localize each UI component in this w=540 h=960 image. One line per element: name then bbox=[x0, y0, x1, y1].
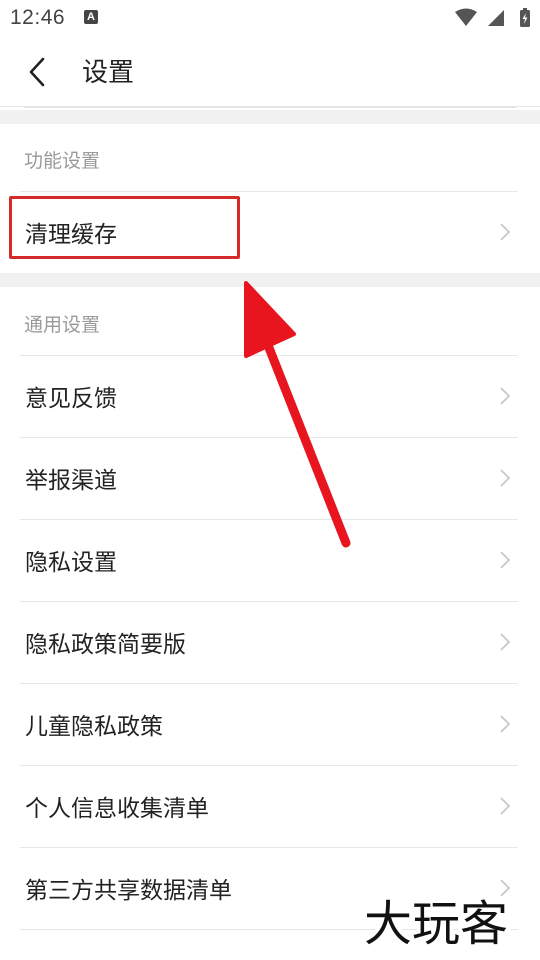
section-gap bbox=[0, 273, 540, 287]
row-label: 清理缓存 bbox=[25, 222, 117, 248]
section-gap bbox=[0, 110, 540, 124]
settings-row-clear-cache[interactable]: 清理缓存 bbox=[0, 191, 540, 273]
back-button[interactable] bbox=[18, 52, 58, 92]
chevron-right-icon bbox=[500, 469, 511, 487]
settings-row-children-privacy[interactable]: 儿童隐私政策 bbox=[0, 683, 540, 765]
chevron-right-icon bbox=[500, 715, 511, 733]
status-icons bbox=[455, 8, 530, 27]
chevron-right-icon bbox=[500, 633, 511, 651]
settings-row-personal-info-list[interactable]: 个人信息收集清单 bbox=[0, 765, 540, 847]
settings-row-third-party-sharing[interactable]: 第三方共享数据清单 bbox=[0, 847, 540, 929]
chevron-right-icon bbox=[500, 797, 511, 815]
row-label: 个人信息收集清单 bbox=[25, 796, 209, 822]
row-divider bbox=[20, 191, 518, 192]
chevron-right-icon bbox=[500, 387, 511, 405]
chevron-right-icon bbox=[500, 551, 511, 569]
settings-row-feedback[interactable]: 意见反馈 bbox=[0, 355, 540, 437]
row-divider bbox=[20, 355, 518, 356]
back-arrow-icon bbox=[29, 57, 45, 87]
row-divider bbox=[20, 847, 518, 848]
chevron-right-icon bbox=[500, 879, 511, 897]
section-title-functions: 功能设置 bbox=[24, 150, 101, 172]
header-divider bbox=[24, 106, 516, 108]
row-label: 意见反馈 bbox=[25, 386, 117, 412]
chevron-right-icon bbox=[500, 223, 511, 241]
settings-row-report-channel[interactable]: 举报渠道 bbox=[0, 437, 540, 519]
row-label: 隐私设置 bbox=[25, 550, 117, 576]
notification-icon: A bbox=[84, 10, 98, 24]
row-divider bbox=[20, 519, 518, 520]
row-label: 举报渠道 bbox=[25, 468, 117, 494]
settings-screen: 12:46 A 设置 功能设置 清理缓存 通用设置 意见反馈 举报渠道 隐私设置… bbox=[0, 0, 540, 960]
signal-icon bbox=[488, 10, 504, 26]
status-bar: 12:46 A bbox=[0, 0, 540, 36]
settings-row-privacy-settings[interactable]: 隐私设置 bbox=[0, 519, 540, 601]
row-divider bbox=[20, 765, 518, 766]
row-divider bbox=[20, 601, 518, 602]
row-label: 儿童隐私政策 bbox=[25, 714, 163, 740]
wifi-icon bbox=[455, 8, 477, 26]
page-title: 设置 bbox=[82, 58, 135, 88]
settings-row-privacy-policy-brief[interactable]: 隐私政策简要版 bbox=[0, 601, 540, 683]
section-title-general: 通用设置 bbox=[24, 314, 101, 336]
row-label: 隐私政策简要版 bbox=[25, 632, 186, 658]
status-time: 12:46 bbox=[10, 6, 66, 29]
battery-icon bbox=[520, 8, 530, 27]
app-header: 设置 bbox=[0, 36, 540, 107]
row-divider bbox=[20, 683, 518, 684]
row-divider bbox=[20, 929, 518, 930]
row-divider bbox=[20, 437, 518, 438]
row-label: 第三方共享数据清单 bbox=[25, 878, 232, 904]
